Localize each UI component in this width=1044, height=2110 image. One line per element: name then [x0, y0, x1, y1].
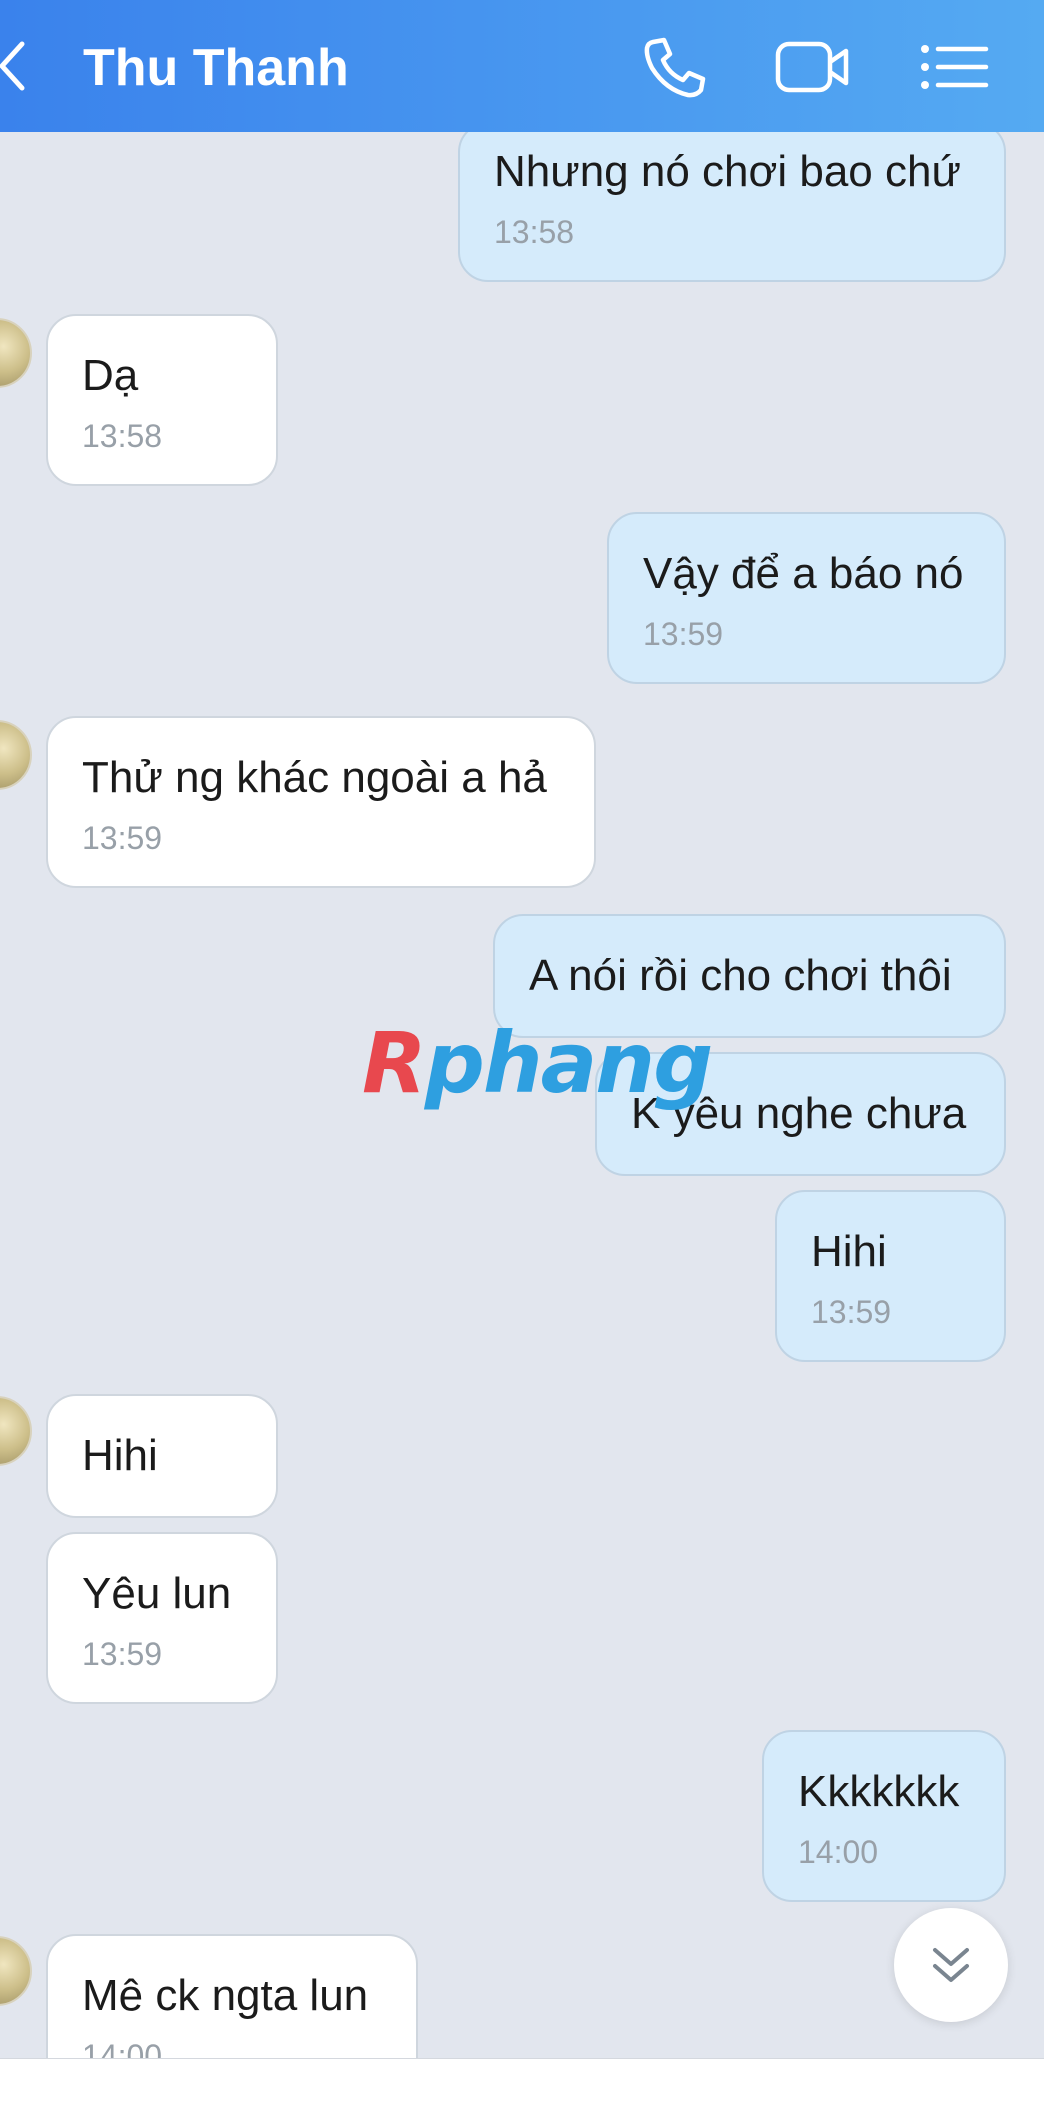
message-text: Kkkkkkk	[798, 1767, 960, 1816]
back-chevron-icon	[0, 41, 25, 91]
message-bubble-outgoing[interactable]: Hihi 13:59	[775, 1190, 1006, 1362]
message-time: 13:59	[811, 1294, 892, 1330]
message-time: 13:58	[82, 418, 163, 454]
watermark-part1: R	[362, 1014, 427, 1112]
message-bubble-outgoing[interactable]: Nhưng nó chơi bao chứ 13:58	[458, 122, 1006, 282]
double-chevron-down-icon	[933, 1948, 969, 1982]
message-text: Thử ng khác ngoài a hả	[82, 753, 547, 802]
video-call-icon	[775, 41, 849, 93]
message-bubble-incoming[interactable]: Yêu lun 13:59	[46, 1532, 278, 1704]
chat-options-button[interactable]	[916, 32, 994, 102]
call-button[interactable]	[636, 32, 714, 102]
message-text: Nhưng nó chơi bao chứ	[494, 147, 961, 196]
message-bubble-incoming[interactable]: Dạ 13:58	[46, 314, 278, 486]
contact-avatar[interactable]	[0, 1396, 32, 1466]
message-bubble-outgoing[interactable]: Kkkkkkk 14:00	[762, 1730, 1006, 1902]
phone-icon	[644, 37, 706, 98]
message-bubble-outgoing[interactable]: Vậy để a báo nó 13:59	[607, 512, 1006, 684]
message-time: 13:59	[82, 820, 163, 856]
message-time: 13:59	[643, 616, 724, 652]
contact-name[interactable]: Thu Thanh	[83, 38, 349, 98]
message-text: Mê ck ngta lun	[82, 1971, 369, 2020]
contact-avatar[interactable]	[0, 1936, 32, 2006]
message-text: Yêu lun	[82, 1569, 232, 1618]
message-bubble-incoming[interactable]: Hihi	[46, 1394, 278, 1518]
contact-avatar[interactable]	[0, 720, 32, 790]
message-time: 14:00	[798, 1834, 879, 1870]
contact-avatar[interactable]	[0, 318, 32, 388]
menu-list-icon	[921, 45, 989, 89]
message-bubble-incoming[interactable]: Thử ng khác ngoài a hả 13:59	[46, 716, 596, 888]
message-text: Hihi	[82, 1431, 158, 1480]
chat-header: Thu Thanh	[0, 0, 1044, 132]
watermark-part2: phang	[424, 1014, 714, 1112]
message-time: 13:59	[82, 1636, 163, 1672]
message-text: Vậy để a báo nó	[643, 549, 964, 598]
message-text: Hihi	[811, 1227, 887, 1276]
back-button[interactable]	[0, 40, 30, 92]
message-text: A nói rồi cho chơi thôi	[529, 951, 952, 1000]
message-text: Dạ	[82, 351, 139, 400]
scroll-to-bottom-button[interactable]	[894, 1908, 1008, 2022]
message-input-bar[interactable]	[0, 2058, 1044, 2110]
watermark-logo: Rphang	[362, 1008, 713, 1118]
video-call-button[interactable]	[774, 32, 852, 102]
message-time: 13:58	[494, 214, 575, 250]
